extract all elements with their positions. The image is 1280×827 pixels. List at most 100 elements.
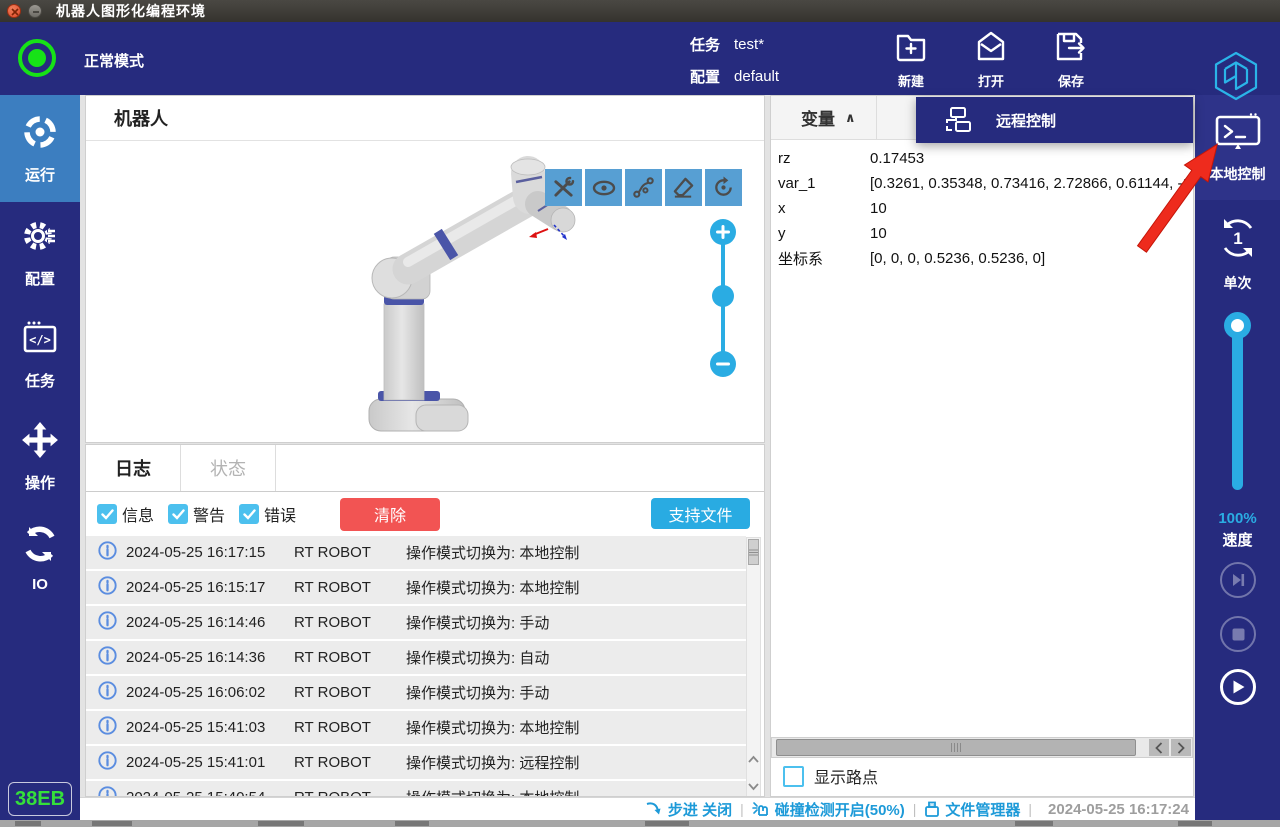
info-icon	[98, 751, 118, 774]
scroll-right-button[interactable]	[1171, 739, 1191, 756]
horizontal-scrollbar[interactable]	[771, 737, 1193, 758]
play-button[interactable]	[1220, 669, 1256, 705]
log-row[interactable]: 2024-05-25 16:14:36 RT ROBOT 操作模式切换为: 自动	[86, 641, 746, 674]
log-filter-checkbox[interactable]: 错误	[239, 502, 296, 526]
variable-row[interactable]: x 10	[771, 196, 1193, 221]
log-filterbar: 信息 警告 错误	[86, 492, 764, 536]
scroll-up-button[interactable]	[747, 753, 760, 771]
move-arrows-icon	[21, 421, 59, 464]
remote-control-icon	[944, 106, 974, 134]
support-file-button[interactable]: 支持文件	[651, 498, 750, 529]
variable-row[interactable]: y 10	[771, 221, 1193, 246]
robot-panel: 机器人	[85, 95, 765, 443]
log-scrollbar-thumb[interactable]	[748, 539, 759, 565]
variable-row[interactable]: rz 0.17453	[771, 146, 1193, 171]
file-manager-button[interactable]: 文件管理器	[924, 799, 1020, 820]
gear-icon	[21, 217, 59, 260]
variables-title: 变量	[801, 105, 835, 130]
speed-percent: 100%	[1195, 510, 1280, 527]
show-waypoints-checkbox[interactable]	[783, 766, 804, 787]
log-filter-group: 信息 警告 错误	[97, 502, 310, 526]
svg-text:1: 1	[1233, 229, 1242, 248]
tab-status[interactable]: 状态	[181, 445, 276, 491]
sidebar-item-run[interactable]: 运行	[0, 95, 80, 202]
file-manager-icon	[924, 801, 940, 818]
remote-control-menu-item[interactable]: 远程控制	[916, 97, 1193, 143]
collapse-caret-icon[interactable]: ∧	[845, 110, 856, 126]
log-list[interactable]: 2024-05-25 16:17:15 RT ROBOT 操作模式切换为: 本地…	[86, 536, 746, 797]
plus-icon	[716, 225, 730, 239]
scroll-down-button[interactable]	[747, 779, 760, 797]
robot-3d-view[interactable]	[86, 141, 764, 442]
eraser-button[interactable]	[665, 169, 702, 206]
horizontal-scrollbar-thumb[interactable]	[776, 739, 1136, 756]
status-indicator-icon	[18, 39, 56, 77]
log-row[interactable]: 2024-05-25 15:41:03 RT ROBOT 操作模式切换为: 本地…	[86, 711, 746, 744]
variable-row[interactable]: var_1 [0.3261, 0.35348, 0.73416, 2.72866…	[771, 171, 1193, 196]
minimize-icon[interactable]	[28, 4, 42, 18]
speed-slider-knob[interactable]	[1224, 312, 1251, 339]
info-icon	[98, 681, 118, 704]
stop-button[interactable]	[1220, 616, 1256, 652]
clear-button[interactable]: 清除	[340, 498, 440, 531]
speed-slider-track[interactable]	[1232, 322, 1243, 490]
view-toolbar	[545, 169, 742, 206]
speed-label: 速度	[1195, 529, 1280, 550]
log-row[interactable]: 2024-05-25 15:40:54 RT ROBOT 操作模式切换为: 本地…	[86, 781, 746, 797]
info-icon	[98, 541, 118, 564]
save-icon	[1054, 30, 1088, 71]
stop-icon	[1232, 628, 1245, 641]
log-row[interactable]: 2024-05-25 16:06:02 RT ROBOT 操作模式切换为: 手动	[86, 676, 746, 709]
log-filter-checkbox[interactable]: 警告	[168, 502, 225, 526]
zoom-slider-knob[interactable]	[712, 285, 734, 307]
log-row[interactable]: 2024-05-25 16:15:17 RT ROBOT 操作模式切换为: 本地…	[86, 571, 746, 604]
info-icon	[98, 611, 118, 634]
new-button[interactable]: 新建	[878, 30, 944, 90]
config-label: 配置	[690, 66, 720, 87]
status-badge: 38EB	[8, 782, 72, 816]
zoom-out-button[interactable]	[710, 351, 736, 377]
log-row[interactable]: 2024-05-25 16:17:15 RT ROBOT 操作模式切换为: 本地…	[86, 536, 746, 569]
single-cycle-icon: 1	[1215, 215, 1261, 266]
open-folder-icon	[974, 30, 1008, 71]
play-icon	[1231, 679, 1246, 695]
tools-button[interactable]	[545, 169, 582, 206]
tab-log[interactable]: 日志	[86, 445, 181, 491]
path-icon	[632, 176, 655, 199]
eye-button[interactable]	[585, 169, 622, 206]
log-row[interactable]: 2024-05-25 15:41:01 RT ROBOT 操作模式切换为: 远程…	[86, 746, 746, 779]
speed-slider[interactable]	[1195, 310, 1280, 495]
sidebar-item-operate[interactable]: 操作	[0, 406, 80, 508]
robot-panel-title: 机器人	[114, 105, 168, 131]
zoom-control	[708, 219, 738, 379]
titlebar: 机器人图形化编程环境	[0, 0, 1280, 22]
variable-row[interactable]: 坐标系 [0, 0, 0, 0.5236, 0.5236, 0]	[771, 246, 1193, 271]
sidebar-item-task[interactable]: </> 任务	[0, 304, 80, 406]
step-mode-indicator[interactable]: 步进 关闭	[645, 799, 732, 820]
zoom-in-button[interactable]	[710, 219, 736, 245]
sidebar-item-config[interactable]: 配置	[0, 202, 80, 304]
scroll-left-button[interactable]	[1149, 739, 1169, 756]
collision-detect-indicator[interactable]: 碰撞检测开启(50%)	[752, 799, 905, 820]
save-button[interactable]: 保存	[1038, 30, 1104, 90]
close-icon[interactable]	[7, 4, 21, 18]
sidebar-item-io[interactable]: IO	[0, 508, 80, 610]
task-code-icon: </>	[21, 319, 59, 362]
step-next-button[interactable]	[1220, 562, 1256, 598]
tools-icon	[552, 176, 575, 199]
local-control-button[interactable]: 本地控制	[1195, 95, 1280, 200]
task-value: test*	[734, 36, 764, 53]
terminal-icon	[1215, 112, 1261, 157]
open-button[interactable]: 打开	[958, 30, 1024, 90]
eraser-icon	[672, 176, 695, 199]
collision-icon	[752, 801, 770, 817]
reset-view-button[interactable]	[705, 169, 742, 206]
log-filter-checkbox[interactable]: 信息	[97, 502, 154, 526]
path-button[interactable]	[625, 169, 662, 206]
log-row[interactable]: 2024-05-25 16:14:46 RT ROBOT 操作模式切换为: 手动	[86, 606, 746, 639]
eye-icon	[592, 179, 616, 197]
clock-timestamp: 2024-05-25 16:17:24	[1048, 801, 1189, 818]
status-bar: 步进 关闭 | 碰撞检测开启(50%) | 文件管理器 | 2024-05-25…	[80, 797, 1195, 820]
single-run-button[interactable]: 1 单次	[1195, 204, 1280, 304]
new-folder-icon	[894, 30, 928, 71]
